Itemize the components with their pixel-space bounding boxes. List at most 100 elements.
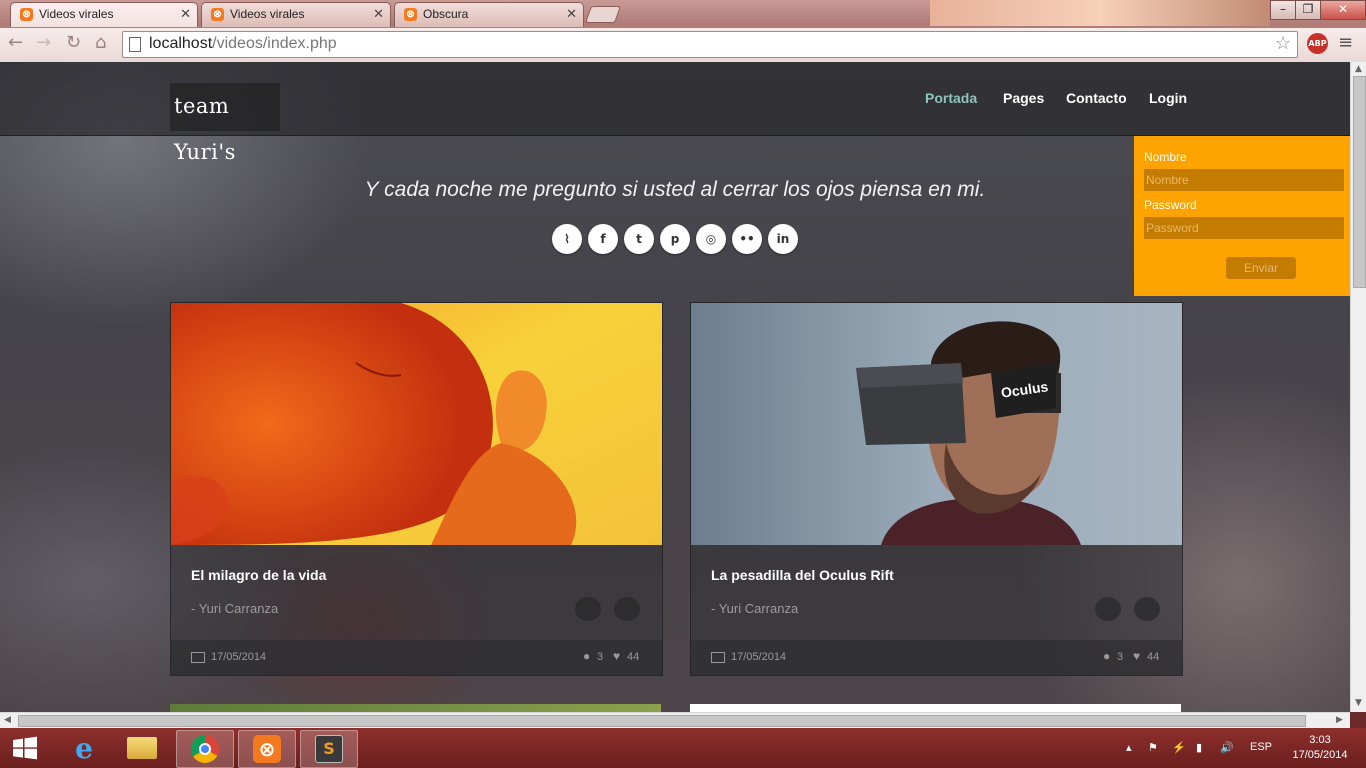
language-indicator[interactable]: ESP <box>1250 741 1272 753</box>
site-logo[interactable]: team Yuri's <box>170 83 280 164</box>
clock[interactable]: 3:03 17/05/2014 <box>1280 733 1360 763</box>
page-viewport: team Yuri's Portada Pages Contacto Login… <box>0 62 1350 712</box>
enviar-button[interactable]: Enviar <box>1226 257 1296 279</box>
chrome-taskbar-button[interactable] <box>176 730 234 768</box>
password-label: Password <box>1144 198 1197 212</box>
sublime-text-icon: S <box>315 735 343 763</box>
horizontal-scroll-thumb[interactable] <box>18 715 1306 727</box>
chrome-icon <box>191 735 219 763</box>
home-icon[interactable]: ⌂ <box>95 32 106 53</box>
card-footer: 17/05/2014 ● 3 ♥ 44 <box>171 640 662 675</box>
tab-close-icon[interactable]: ✕ <box>566 6 577 22</box>
url-text: localhost/videos/index.php <box>149 35 337 52</box>
nav-pages[interactable]: Pages <box>1003 90 1044 106</box>
like-count[interactable]: 44 <box>1147 651 1159 663</box>
xampp-taskbar-button[interactable]: ⊗ <box>238 730 296 768</box>
scroll-up-icon[interactable]: ▲ <box>1355 64 1362 74</box>
scroll-left-icon[interactable]: ◀ <box>4 715 11 725</box>
comment-icon: ● <box>583 649 591 663</box>
card-author: - Yuri Carranza <box>191 601 279 616</box>
rss-icon[interactable]: ⌇ <box>552 224 582 254</box>
xampp-icon: ⊗ <box>253 735 281 763</box>
card-date: 17/05/2014 <box>731 651 787 663</box>
facebook-icon[interactable]: f <box>588 224 618 254</box>
card-title[interactable]: La pesadilla del Oculus Rift <box>711 567 894 583</box>
clock-time: 3:03 <box>1309 734 1331 746</box>
next-post-card-edge[interactable] <box>170 704 661 712</box>
tab-obscura[interactable]: ⊗ Obscura ✕ <box>394 2 584 27</box>
xampp-favicon-icon: ⊗ <box>404 8 417 21</box>
nombre-input[interactable] <box>1144 169 1344 191</box>
heart-icon: ♥ <box>1133 649 1141 663</box>
speech-bubble-icon[interactable] <box>614 597 640 621</box>
clock-date: 17/05/2014 <box>1292 749 1348 761</box>
page-icon <box>129 37 141 52</box>
tab-close-icon[interactable]: ✕ <box>373 6 384 22</box>
vertical-scrollbar[interactable]: ▲ ▼ <box>1350 62 1366 712</box>
comment-icon: ● <box>1103 649 1111 663</box>
comment-count[interactable]: 3 <box>1117 651 1123 663</box>
file-explorer-taskbar-button[interactable] <box>114 730 170 766</box>
vertical-scroll-thumb[interactable] <box>1353 76 1366 288</box>
tab-title: Obscura <box>423 7 469 21</box>
password-input[interactable] <box>1144 217 1344 239</box>
reload-icon[interactable]: ↻ <box>66 32 81 53</box>
xampp-favicon-icon: ⊗ <box>20 8 33 21</box>
next-post-card-edge[interactable] <box>690 704 1181 712</box>
horizontal-scrollbar[interactable]: ◀ ▶ <box>0 712 1350 728</box>
show-hidden-icons-icon[interactable]: ▴ <box>1126 741 1132 754</box>
post-card: Oculus La pesadilla del Oculus Rift - Yu… <box>690 302 1183 676</box>
action-center-flag-icon[interactable]: ⚑ <box>1148 741 1158 754</box>
internet-explorer-icon: e <box>75 731 93 765</box>
dribbble-icon[interactable]: ◎ <box>696 224 726 254</box>
card-author: - Yuri Carranza <box>711 601 799 616</box>
tab-videos-virales-1[interactable]: ⊗ Videos virales ✕ <box>10 2 198 27</box>
tab-videos-virales-2[interactable]: ⊗ Videos virales ✕ <box>201 2 391 27</box>
internet-explorer-taskbar-button[interactable]: e <box>56 730 112 766</box>
forward-icon[interactable]: → <box>36 32 51 53</box>
linkedin-icon[interactable]: in <box>768 224 798 254</box>
baby-thumbnail[interactable] <box>171 303 662 545</box>
image-icon <box>191 652 205 663</box>
menu-icon[interactable]: ≡ <box>1338 32 1353 53</box>
windows-logo-icon <box>13 736 37 760</box>
power-icon[interactable]: ⚡ <box>1172 741 1186 754</box>
speech-bubble-icon[interactable] <box>1095 597 1121 621</box>
scroll-down-icon[interactable]: ▼ <box>1355 698 1362 708</box>
comment-count[interactable]: 3 <box>597 651 603 663</box>
card-date: 17/05/2014 <box>211 651 267 663</box>
card-title[interactable]: El milagro de la vida <box>191 567 326 583</box>
tab-close-icon[interactable]: ✕ <box>180 6 191 22</box>
bookmark-star-icon[interactable]: ☆ <box>1275 33 1291 54</box>
pinterest-icon[interactable]: p <box>660 224 690 254</box>
address-bar[interactable]: localhost/videos/index.php ☆ <box>122 31 1298 58</box>
flickr-icon[interactable]: •• <box>732 224 762 254</box>
close-window-button[interactable]: ✕ <box>1320 0 1366 20</box>
xampp-favicon-icon: ⊗ <box>211 8 224 21</box>
card-footer: 17/05/2014 ● 3 ♥ 44 <box>691 640 1182 675</box>
tab-title: Videos virales <box>39 7 114 21</box>
speech-bubble-icon[interactable] <box>1134 597 1160 621</box>
like-count[interactable]: 44 <box>627 651 639 663</box>
scroll-right-icon[interactable]: ▶ <box>1336 715 1343 725</box>
nav-portada[interactable]: Portada <box>925 90 977 106</box>
new-tab-button[interactable] <box>584 6 622 23</box>
twitter-icon[interactable]: t <box>624 224 654 254</box>
back-icon[interactable]: ← <box>8 32 23 53</box>
folder-icon <box>127 737 157 759</box>
desktop-wallpaper-strip <box>930 0 1270 26</box>
oculus-thumbnail[interactable]: Oculus <box>691 303 1182 545</box>
sublime-text-taskbar-button[interactable]: S <box>300 730 358 768</box>
windows-taskbar: e ⊗ S ▴ ⚑ ⚡ ▮ 🔊 ESP 3:03 17/05/2014 <box>0 728 1366 768</box>
speech-bubble-icon[interactable] <box>575 597 601 621</box>
volume-icon[interactable]: 🔊 <box>1220 741 1234 754</box>
nav-login[interactable]: Login <box>1149 90 1187 106</box>
network-icon[interactable]: ▮ <box>1196 741 1202 754</box>
adblock-plus-icon[interactable]: ABP <box>1307 33 1328 54</box>
start-button[interactable] <box>0 730 50 766</box>
minimize-button[interactable]: – <box>1270 0 1296 20</box>
nav-contacto[interactable]: Contacto <box>1066 90 1127 106</box>
image-icon <box>711 652 725 663</box>
maximize-button[interactable]: ❐ <box>1295 0 1321 20</box>
browser-toolbar: ← → ↻ ⌂ localhost/videos/index.php ☆ ABP… <box>0 28 1366 63</box>
